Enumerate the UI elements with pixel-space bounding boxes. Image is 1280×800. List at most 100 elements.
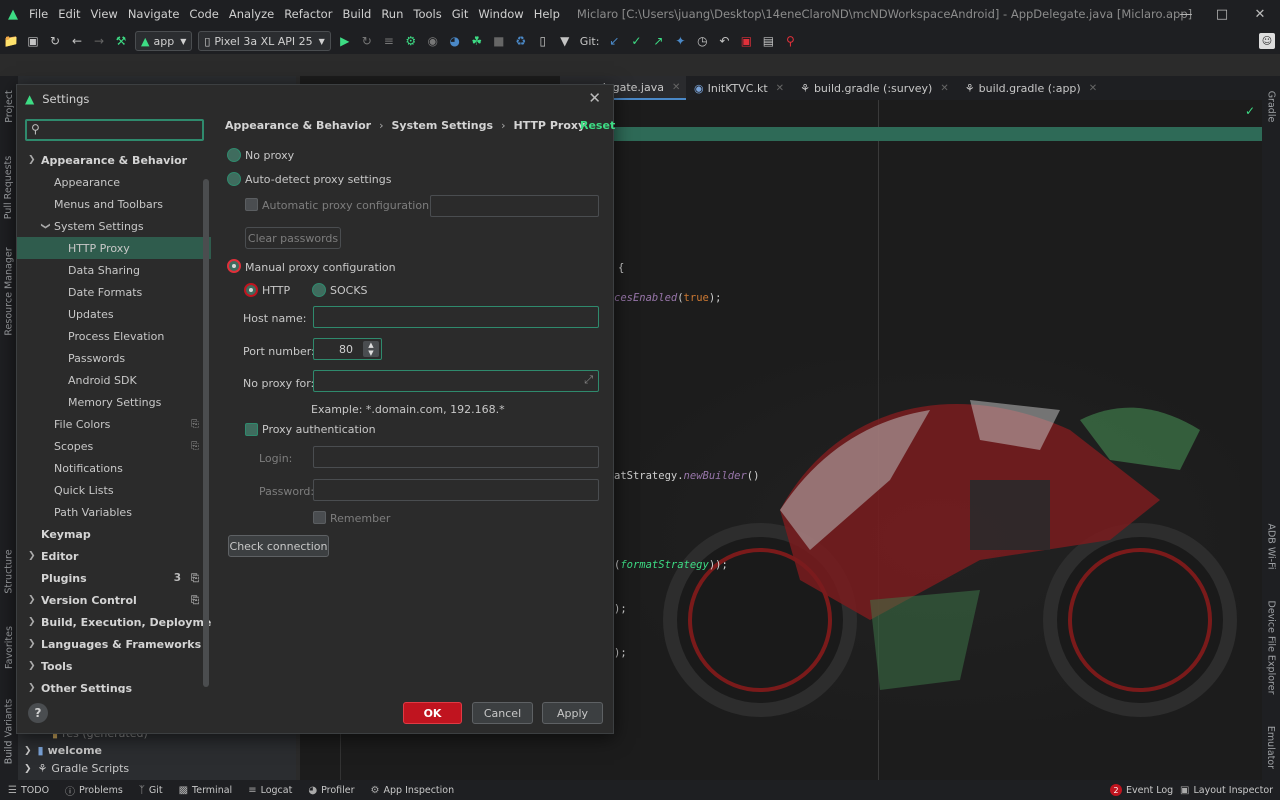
menu-git[interactable]: Git (447, 7, 474, 21)
sidebar-item-system-settings[interactable]: ❯ System Settings (17, 215, 211, 237)
manual-proxy-label[interactable]: Manual proxy configuration (245, 261, 396, 274)
git-push-icon[interactable]: ↗ (648, 31, 668, 51)
help-icon[interactable]: ? (28, 703, 48, 723)
menu-analyze[interactable]: Analyze (224, 7, 279, 21)
debug-process-icon[interactable]: ☘ (467, 31, 487, 51)
stepper-arrows-icon[interactable]: ▲ ▼ (363, 341, 379, 357)
open-folder-icon[interactable]: 📁 (1, 31, 21, 51)
terminal-tool-button[interactable]: ▩ Terminal (179, 785, 233, 796)
remember-checkbox[interactable] (313, 511, 326, 524)
sidebar-item-android-sdk[interactable]: Android SDK (17, 369, 211, 391)
project-structure-icon[interactable]: ▤ (758, 31, 778, 51)
http-radio[interactable] (244, 283, 258, 297)
todo-tool-button[interactable]: ☰ TODO (8, 785, 49, 796)
close-tab-icon[interactable]: ✕ (1089, 83, 1097, 94)
menu-view[interactable]: View (86, 7, 123, 21)
close-icon[interactable]: ✕ (588, 89, 601, 107)
menu-help[interactable]: Help (529, 7, 565, 21)
cancel-button[interactable]: Cancel (472, 702, 533, 724)
proxy-auth-label[interactable]: Proxy authentication (262, 423, 376, 436)
no-proxy-radio[interactable] (227, 148, 241, 162)
sidebar-item-date-formats[interactable]: Date Formats (17, 281, 211, 303)
auto-detect-radio[interactable] (227, 172, 241, 186)
project-tree-welcome[interactable]: ❯ ▮ welcome (24, 744, 102, 757)
stop-icon[interactable]: ■ (489, 31, 509, 51)
auto-detect-label[interactable]: Auto-detect proxy settings (245, 173, 391, 186)
menu-refactor[interactable]: Refactor (279, 7, 337, 21)
sidebar-item-scopes[interactable]: Scopes ⎘ (17, 435, 211, 457)
profiler-tool-button[interactable]: ◕ Profiler (308, 785, 354, 796)
run-icon[interactable]: ▶ (335, 31, 355, 51)
make-project-icon[interactable]: ⚒ (111, 31, 131, 51)
git-tool-button[interactable]: ᛉ Git (139, 785, 163, 796)
inspection-ok-icon[interactable]: ✓ (1245, 104, 1255, 118)
menu-window[interactable]: Window (473, 7, 528, 21)
host-name-input[interactable] (313, 306, 599, 328)
sidebar-item-path-variables[interactable]: Path Variables (17, 501, 211, 523)
settings-search-input[interactable]: ⚲ (25, 119, 204, 141)
sidebar-item-appearance-behavior[interactable]: ❯ Appearance & Behavior (17, 149, 211, 171)
event-log-button[interactable]: 2 Event Log (1110, 784, 1173, 796)
menu-run[interactable]: Run (376, 7, 408, 21)
module-selector[interactable]: ▲ app ▼ (135, 31, 193, 51)
device-selector[interactable]: ▯ Pixel 3a XL API 25 ▼ (198, 31, 331, 51)
password-input[interactable] (313, 479, 599, 501)
port-number-stepper[interactable]: 80 ▲ ▼ (313, 338, 382, 360)
search-icon[interactable]: ⚲ (780, 31, 800, 51)
emulator-tool-tab[interactable]: Emulator (1262, 712, 1280, 782)
sidebar-item-editor[interactable]: ❯ Editor (17, 545, 211, 567)
logcat-tool-button[interactable]: ≡ Logcat (248, 785, 292, 796)
login-input[interactable] (313, 446, 599, 468)
expand-icon[interactable]: ⤢ (584, 373, 593, 387)
sidebar-item-version-control[interactable]: ❯ Version Control ⎘ (17, 589, 211, 611)
breadcrumb-item[interactable]: Appearance & Behavior (225, 119, 371, 132)
sidebar-item-appearance[interactable]: Appearance (17, 171, 211, 193)
device-file-explorer-tool-tab[interactable]: Device File Explorer (1262, 592, 1280, 702)
socks-radio[interactable] (312, 283, 326, 297)
avd-manager-icon[interactable]: ▯ (533, 31, 553, 51)
socks-label[interactable]: SOCKS (330, 284, 368, 297)
menu-edit[interactable]: Edit (53, 7, 85, 21)
close-tab-icon[interactable]: ✕ (776, 83, 784, 94)
ok-button[interactable]: OK (403, 702, 462, 724)
debug-icon[interactable]: ⚙ (401, 31, 421, 51)
sidebar-item-process-elevation[interactable]: Process Elevation (17, 325, 211, 347)
sidebar-item-other-settings[interactable]: ❯ Other Settings (17, 677, 211, 694)
clear-passwords-button[interactable]: Clear passwords (245, 227, 341, 249)
sidebar-item-memory-settings[interactable]: Memory Settings (17, 391, 211, 413)
menu-file[interactable]: File (24, 7, 53, 21)
git-update-icon[interactable]: ↙ (604, 31, 624, 51)
auto-config-url-input[interactable] (430, 195, 599, 217)
sidebar-item-passwords[interactable]: Passwords (17, 347, 211, 369)
no-proxy-label[interactable]: No proxy (245, 149, 294, 162)
menu-code[interactable]: Code (184, 7, 223, 21)
attach-debugger-icon[interactable]: ◉ (423, 31, 443, 51)
proxy-auth-checkbox[interactable] (245, 423, 258, 436)
close-tab-icon[interactable]: ✕ (672, 82, 680, 93)
tab-initktvc-kt[interactable]: ◉ InitKTVC.kt ✕ (686, 76, 792, 100)
save-icon[interactable]: ▣ (23, 31, 43, 51)
problems-tool-button[interactable]: ⓘ Problems (65, 783, 123, 798)
app-inspection-tool-button[interactable]: ⚙ App Inspection (371, 785, 455, 796)
sidebar-item-data-sharing[interactable]: Data Sharing (17, 259, 211, 281)
tab-build-gradle-survey[interactable]: ⚘ build.gradle (:survey) ✕ (792, 76, 957, 100)
tab-build-gradle-app[interactable]: ⚘ build.gradle (:app) ✕ (957, 76, 1105, 100)
reset-link[interactable]: Reset (580, 119, 615, 132)
sync-icon[interactable]: ↻ (45, 31, 65, 51)
git-commit-icon[interactable]: ✓ (626, 31, 646, 51)
sidebar-item-tools[interactable]: ❯ Tools (17, 655, 211, 677)
http-label[interactable]: HTTP (262, 284, 290, 297)
back-icon[interactable]: ← (67, 31, 87, 51)
gradle-sync-icon[interactable]: ♻ (511, 31, 531, 51)
maximize-icon[interactable]: □ (1202, 0, 1242, 28)
menu-navigate[interactable]: Navigate (123, 7, 185, 21)
sidebar-item-updates[interactable]: Updates (17, 303, 211, 325)
auto-config-url-checkbox[interactable] (245, 198, 258, 211)
menu-build[interactable]: Build (337, 7, 376, 21)
apply-changes-icon[interactable]: ↻ (357, 31, 377, 51)
close-window-icon[interactable]: ✕ (1240, 0, 1280, 28)
sidebar-item-plugins[interactable]: Plugins 3 ⎘ (17, 567, 211, 589)
apply-code-changes-icon[interactable]: ≡ (379, 31, 399, 51)
profile-icon[interactable]: ◕ (445, 31, 465, 51)
history-icon[interactable]: ◷ (692, 31, 712, 51)
